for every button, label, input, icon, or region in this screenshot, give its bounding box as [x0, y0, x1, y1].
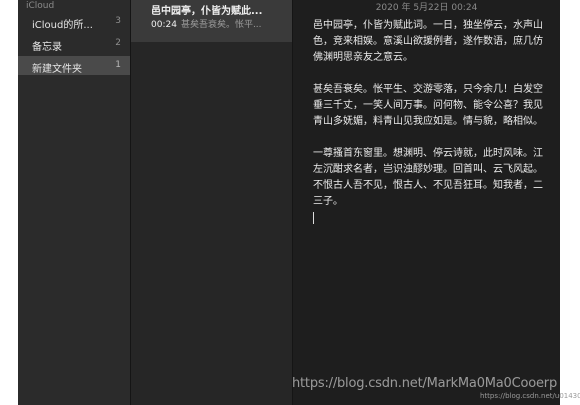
note-snippet: 甚矣吾衰矣。怅平...	[180, 20, 262, 30]
folder-count: 2	[115, 38, 121, 48]
note-paragraph: 邑中园亭，仆皆为赋此词。一日，独坐停云，水声山色，竞来相娱。意溪山欲援例者，遂作…	[313, 20, 543, 63]
note-list-item[interactable]: 邑中园亭，仆皆为赋此... 00:24 甚矣吾衰矣。怅平...	[131, 0, 292, 42]
folder-sidebar: iCloud iCloud的所... 3 备忘录 2 新建文件夹 1	[18, 0, 131, 405]
folder-item-icloud-all[interactable]: iCloud的所... 3	[18, 12, 130, 31]
folder-name: 新建文件夹	[32, 64, 82, 75]
note-paragraph: 甚矣吾衰矣。怅平生、交游零落，只今余几！白发空垂三千丈，一笑人间万事。问何物、能…	[313, 84, 543, 127]
watermark-text: https://blog.csdn.net/MarkMa0Ma0Cooerp	[292, 376, 558, 391]
note-meta: 00:24 甚矣吾衰矣。怅平...	[151, 17, 286, 30]
sidebar-section-label: iCloud	[26, 1, 55, 11]
folder-name: 备忘录	[32, 42, 62, 53]
watermark-small-text: https://blog.csdn.net/u014309	[480, 392, 580, 400]
text-caret	[313, 212, 314, 224]
note-date: 2020 年 5月22日 00:24	[375, 3, 478, 13]
folder-item-new-folder[interactable]: 新建文件夹 1	[18, 56, 130, 75]
note-paragraph: 一尊搔首东窗里。想渊明、停云诗就，此时风味。江左沉酣求名者，岂识浊醪妙理。回首叫…	[313, 148, 543, 207]
folder-name: iCloud的所...	[32, 20, 93, 31]
note-time: 00:24	[151, 20, 177, 30]
folder-count: 3	[115, 16, 121, 26]
note-list: 邑中园亭，仆皆为赋此... 00:24 甚矣吾衰矣。怅平...	[131, 0, 293, 405]
note-editor[interactable]: 2020 年 5月22日 00:24 邑中园亭，仆皆为赋此词。一日，独坐停云，水…	[293, 0, 560, 405]
folder-count: 1	[115, 60, 121, 70]
notes-window: iCloud iCloud的所... 3 备忘录 2 新建文件夹 1 邑中园亭，…	[18, 0, 560, 405]
folder-item-notes[interactable]: 备忘录 2	[18, 34, 130, 53]
note-title: 邑中园亭，仆皆为赋此...	[151, 6, 263, 17]
note-body[interactable]: 邑中园亭，仆皆为赋此词。一日，独坐停云，水声山色，竞来相娱。意溪山欲援例者，遂作…	[313, 18, 545, 224]
